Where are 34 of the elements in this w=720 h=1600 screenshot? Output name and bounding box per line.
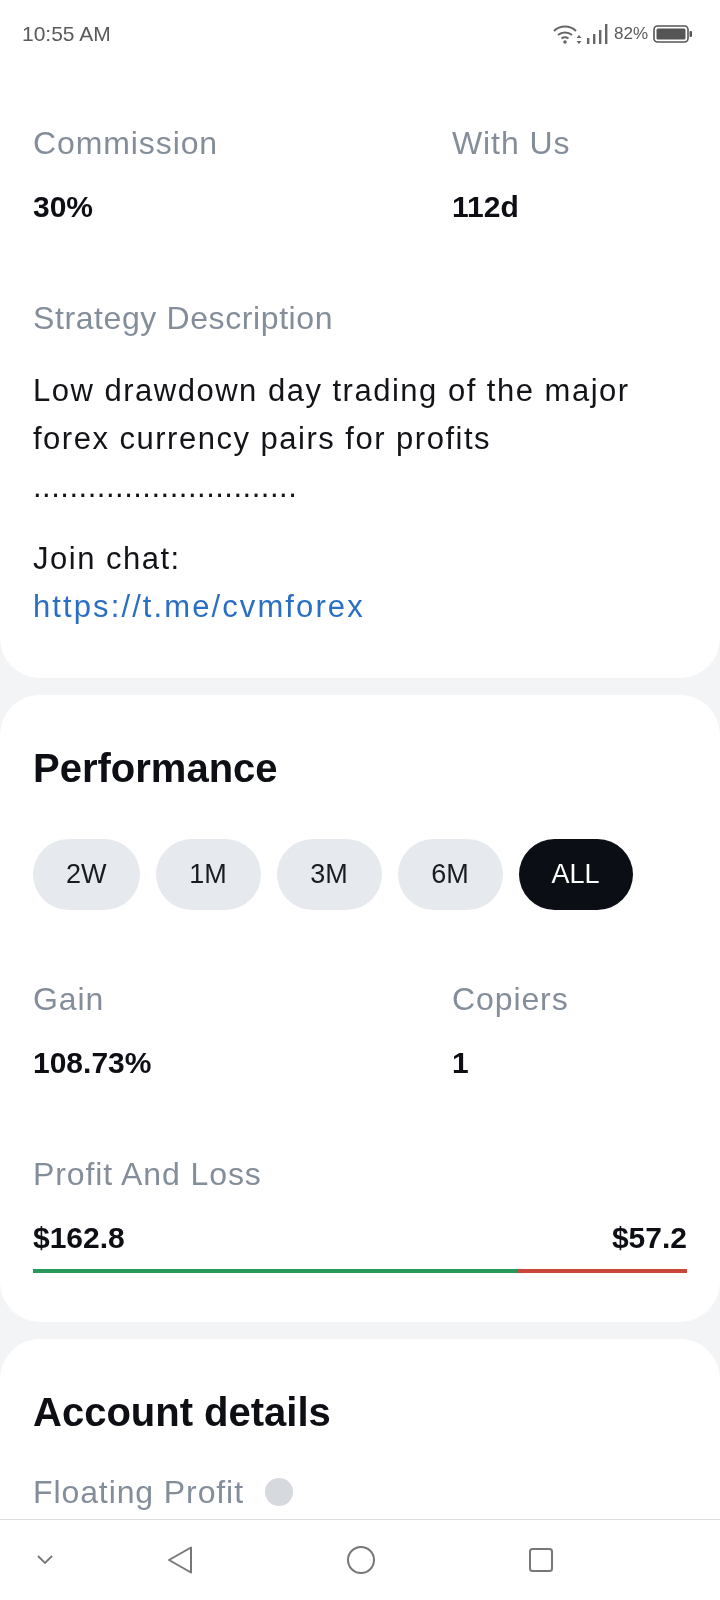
period-tab[interactable]: ALL: [518, 839, 633, 910]
field-label: Floating Profit: [33, 1473, 244, 1511]
stat-value: 108.73%: [33, 1045, 152, 1081]
disc-icon: [264, 1478, 293, 1506]
stat-label: Copiers: [452, 980, 569, 1018]
stat-label: Gain: [33, 980, 105, 1018]
chevron-down-icon[interactable]: [37, 1555, 53, 1565]
period-tab[interactable]: 3M: [276, 839, 382, 910]
period-tab[interactable]: 6M: [397, 839, 503, 910]
signal-icon: [585, 23, 610, 45]
section-heading: Account details: [33, 1389, 331, 1436]
stat-value: 1: [452, 1045, 469, 1081]
stat-label: Profit And Loss: [33, 1155, 262, 1193]
period-tab[interactable]: 2W: [33, 839, 140, 910]
wifi-icon: [551, 23, 582, 45]
back-icon[interactable]: [167, 1546, 193, 1574]
battery-icon: [653, 25, 693, 43]
loss-value: $57.2: [611, 1220, 687, 1256]
profit-value: $162.8: [33, 1220, 125, 1256]
home-icon[interactable]: [347, 1546, 375, 1574]
battery-percent: 82%: [613, 24, 648, 44]
stat-value: 112d: [452, 189, 519, 225]
status-time: 10:55 AM: [22, 22, 111, 46]
section-heading: Performance: [33, 745, 278, 792]
chat-link[interactable]: https://t.me/cvmforex: [33, 589, 365, 624]
section-label: Strategy Description: [33, 299, 334, 337]
stat-value: 30%: [33, 189, 94, 225]
strategy-description: Low drawdown day trading of the major forex currency pairs for profits: [33, 372, 631, 458]
chat-label: Join chat:: [33, 540, 181, 578]
recent-apps-icon[interactable]: [529, 1548, 553, 1572]
stat-label: With Us: [452, 124, 571, 162]
stat-label: Commission: [33, 124, 219, 162]
period-tab[interactable]: 1M: [155, 839, 261, 910]
dotted-separator: .............................: [33, 468, 298, 506]
